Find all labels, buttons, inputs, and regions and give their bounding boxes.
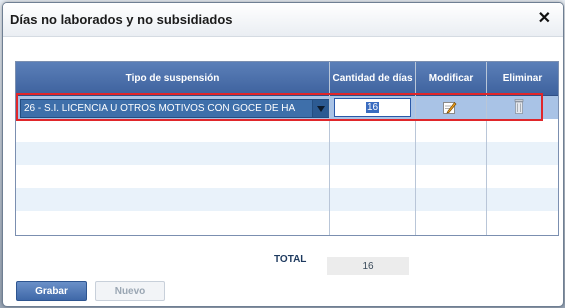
close-icon[interactable]: ✕ [538,10,551,28]
highlight-box [16,93,543,121]
dialog-title: Días no laborados y no subsidiados [10,12,233,27]
dialog-titlebar: Días no laborados y no subsidiados ✕ [3,3,563,37]
column-modificar: Modificar [428,72,474,84]
total-value: 16 [327,257,409,275]
nuevo-button[interactable]: Nuevo [95,281,165,301]
table-row [16,211,558,234]
column-divider [415,62,416,235]
column-tipo-suspension: Tipo de suspensión [125,72,220,84]
grid-header: Tipo de suspensión Cantidad de días Modi… [16,62,558,96]
grabar-button[interactable]: Grabar [16,281,87,301]
table-row [16,165,558,188]
table-row [16,119,558,142]
table-row [16,188,558,211]
column-eliminar: Eliminar [502,72,543,84]
total-label: TOTAL [274,254,307,265]
table-row [16,142,558,165]
suspension-grid: Tipo de suspensión Cantidad de días Modi… [15,61,559,236]
dialog-window: Días no laborados y no subsidiados ✕ Tip… [2,2,564,307]
column-cantidad-dias: Cantidad de días [332,72,413,84]
column-divider [329,62,330,235]
column-divider [486,62,487,235]
